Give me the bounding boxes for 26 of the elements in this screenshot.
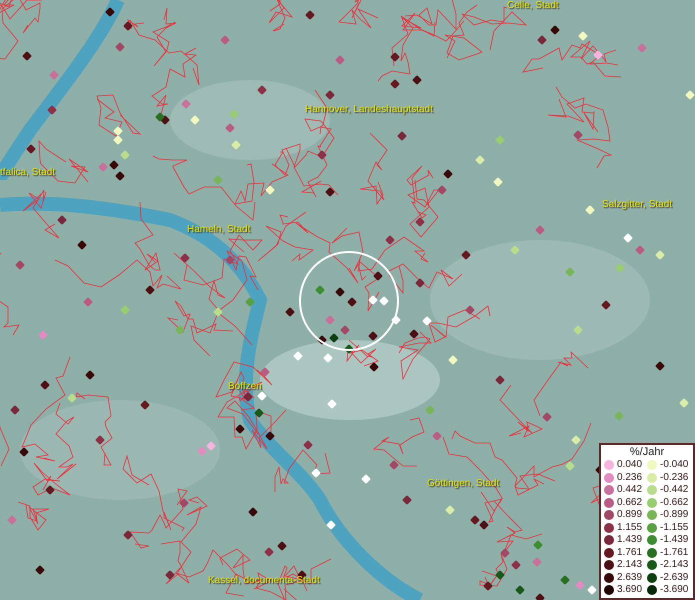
legend-value: 1.155 — [617, 522, 642, 534]
legend-value: -0.040 — [660, 459, 688, 472]
legend-value: -2.639 — [660, 572, 688, 584]
place-label: Celle, Stadt — [507, 0, 559, 12]
legend-value: -1.439 — [660, 534, 688, 546]
legend-value: -0.662 — [660, 496, 688, 509]
legend-value: -2.143 — [660, 559, 688, 572]
place-label: Salzgitter, Stadt — [602, 199, 672, 211]
legend-value: -3.690 — [660, 584, 688, 596]
legend-value: 1.439 — [617, 534, 642, 546]
legend-value: -0.899 — [660, 509, 688, 522]
legend-value: 2.639 — [617, 572, 642, 584]
legend-value: 1.761 — [617, 546, 642, 559]
legend-value: -1.761 — [660, 546, 688, 559]
legend-value: 0.040 — [617, 459, 642, 472]
legend-value: 0.662 — [617, 496, 642, 509]
place-label: Hameln, Stadt — [187, 224, 250, 236]
legend-value: -0.442 — [660, 484, 688, 496]
legend-value: 2.143 — [617, 559, 642, 572]
legend-value: 0.442 — [617, 484, 642, 496]
legend-value: 0.236 — [617, 472, 642, 484]
legend-value: -0.236 — [660, 472, 688, 484]
legend-value: -1.155 — [660, 522, 688, 534]
legend-value: 0.899 — [617, 509, 642, 522]
legend-title: %/Jahr — [628, 446, 666, 459]
legend-value: 3.690 — [617, 584, 642, 596]
